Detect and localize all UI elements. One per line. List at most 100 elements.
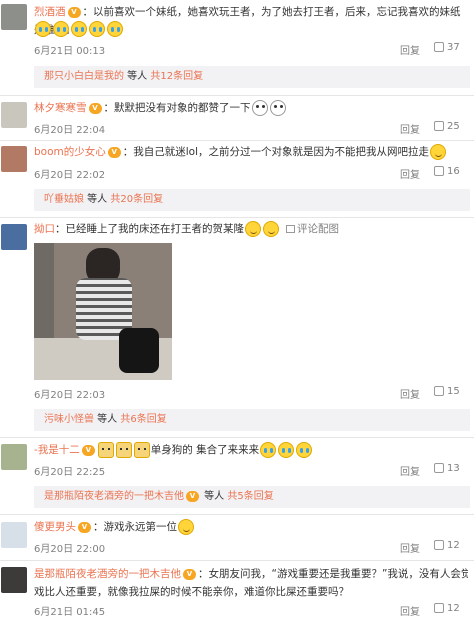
timestamp: 6月21日 01:45 xyxy=(34,607,106,618)
comment-text: 傻更男头 V ：游戏永远第一位 xyxy=(34,518,468,536)
comment-body-line1: ：女朋友问我，“游戏重要还是我重要？”我说，没有人会觉得游 xyxy=(198,568,468,580)
cat-emoji-icon xyxy=(133,442,150,458)
comment-text-cont: 戏比人还重要，就像我拉屎的时候不能亲你，难道你比屎还重要吗？ xyxy=(34,583,468,601)
divider xyxy=(0,514,474,515)
divider xyxy=(0,437,474,438)
username[interactable]: 傻更男头 xyxy=(34,521,76,533)
timestamp: 6月20日 22:00 xyxy=(34,544,106,555)
comment-body-line2: 戏比人还重要，就像我拉屎的时候不能亲你，难道你比屎还重要吗？ xyxy=(34,586,349,598)
username[interactable]: 拗口 xyxy=(34,223,55,235)
reply-mid: 等人 xyxy=(94,414,121,425)
cat-emoji-icon xyxy=(115,442,132,458)
smile-emoji-icon xyxy=(263,221,279,237)
reply-user[interactable]: 是那瓶陌夜老酒旁的一把木吉他 xyxy=(44,491,184,502)
crying-emoji-icon xyxy=(53,21,69,37)
reply-mid: 等人 xyxy=(201,491,228,502)
laugh-emoji-icon xyxy=(430,144,447,160)
like-count: 25 xyxy=(447,121,460,132)
reply-button[interactable]: 回复 xyxy=(400,386,420,401)
crying-emoji-icon xyxy=(278,442,295,458)
username[interactable]: -我是十二 xyxy=(34,444,80,456)
like-button[interactable]: 12 xyxy=(434,540,460,551)
like-button[interactable]: 16 xyxy=(434,166,460,177)
reply-user[interactable]: 污味小怪兽 xyxy=(44,414,94,425)
avatar[interactable] xyxy=(1,102,27,128)
vip-badge-icon: V xyxy=(107,146,121,158)
username[interactable]: 烈酒酒 xyxy=(34,6,66,18)
image-link-label: 评论配图 xyxy=(297,223,339,235)
username[interactable]: 林夕寒寒雪 xyxy=(34,102,87,114)
image-link[interactable]: 评论配图 xyxy=(286,223,339,235)
comment-body: ：默默把没有对象的都赞了一下 xyxy=(103,102,251,114)
reply-button[interactable]: 回复 xyxy=(400,42,420,57)
like-button[interactable]: 12 xyxy=(434,603,460,614)
timestamp: 6月20日 22:25 xyxy=(34,467,106,478)
comment-text: -我是十二 V 单身狗的 集合了来来来 xyxy=(34,441,468,459)
username[interactable]: boom的少女心 xyxy=(34,146,106,158)
reply-user[interactable]: 那只小白白是我的 xyxy=(44,71,124,82)
reply-button[interactable]: 回复 xyxy=(400,121,420,136)
thumbs-up-icon xyxy=(434,540,444,550)
reply-button[interactable]: 回复 xyxy=(400,540,420,555)
reply-mid: 等人 xyxy=(84,194,111,205)
divider xyxy=(0,217,474,218)
crying-emoji-icon xyxy=(296,442,313,458)
emoji-row xyxy=(34,21,124,39)
smile-emoji-icon xyxy=(245,221,261,237)
username[interactable]: 是那瓶陌夜老酒旁的一把木吉他 xyxy=(34,568,181,580)
thumbs-up-icon xyxy=(434,603,444,613)
crying-emoji-icon xyxy=(107,21,123,37)
comment-text: 林夕寒寒雪 V ：默默把没有对象的都赞了一下 xyxy=(34,99,468,117)
thumbs-up-icon xyxy=(434,463,444,473)
comment-text: 是那瓶陌夜老酒旁的一把木吉他 V ：女朋友问我，“游戏重要还是我重要？”我说，没有人… xyxy=(34,565,468,583)
avatar[interactable] xyxy=(1,146,27,172)
cat-emoji-icon xyxy=(97,442,114,458)
like-count: 12 xyxy=(447,603,460,614)
reply-summary[interactable]: 那只小白白是我的 等人 共12条回复 xyxy=(34,66,470,88)
thumbs-up-icon xyxy=(434,121,444,131)
divider xyxy=(0,140,474,141)
comment-photo[interactable] xyxy=(34,243,172,380)
like-button[interactable]: 15 xyxy=(434,386,460,397)
reply-mid: 等人 xyxy=(124,71,151,82)
timestamp: 6月20日 22:04 xyxy=(34,125,106,136)
reply-summary[interactable]: 污味小怪兽 等人 共6条回复 xyxy=(34,409,470,431)
crying-emoji-icon xyxy=(260,442,277,458)
comment-body: 单身狗的 集合了来来来 xyxy=(150,444,260,456)
reply-button[interactable]: 回复 xyxy=(400,166,420,181)
crying-emoji-icon xyxy=(71,21,87,37)
reply-count-link[interactable]: 共6条回复 xyxy=(120,414,166,425)
crying-emoji-icon xyxy=(89,21,105,37)
smile-emoji-icon xyxy=(178,519,194,535)
like-button[interactable]: 13 xyxy=(434,463,460,474)
avatar[interactable] xyxy=(1,224,27,250)
avatar[interactable] xyxy=(1,567,27,593)
like-count: 37 xyxy=(447,42,460,53)
like-button[interactable]: 25 xyxy=(434,121,460,132)
reply-button[interactable]: 回复 xyxy=(400,603,420,618)
timestamp: 6月20日 22:02 xyxy=(34,170,106,181)
avatar[interactable] xyxy=(1,522,27,548)
comment-body: ：已经睡上了我的床还在打王者的贺某隆 xyxy=(55,223,244,235)
thumbs-up-icon xyxy=(434,42,444,52)
comment-text: 拗口：已经睡上了我的床还在打王者的贺某隆 评论配图 xyxy=(34,220,468,238)
reply-count-link[interactable]: 共5条回复 xyxy=(227,491,273,502)
vip-badge-icon: V xyxy=(81,444,95,456)
reply-button[interactable]: 回复 xyxy=(400,463,420,478)
like-button[interactable]: 37 xyxy=(434,42,460,53)
avatar[interactable] xyxy=(1,4,27,30)
like-count: 16 xyxy=(447,166,460,177)
reply-summary[interactable]: 吖垂姑娘 等人 共20条回复 xyxy=(34,189,470,211)
like-count: 12 xyxy=(447,540,460,551)
reply-count-link[interactable]: 共20条回复 xyxy=(110,194,163,205)
avatar[interactable] xyxy=(1,444,27,470)
comment-text: boom的少女心 V ：我自己就迷lol，之前分过一个对象就是因为不能把我从网吧拉走 xyxy=(34,143,468,161)
like-count: 13 xyxy=(447,463,460,474)
reply-user[interactable]: 吖垂姑娘 xyxy=(44,194,84,205)
reply-count-link[interactable]: 共12条回复 xyxy=(150,71,203,82)
thumbs-up-icon xyxy=(434,386,444,396)
reply-summary[interactable]: 是那瓶陌夜老酒旁的一把木吉他 V 等人 共5条回复 xyxy=(34,486,470,508)
shy-emoji-icon xyxy=(269,100,286,116)
comment-body: ：游戏永远第一位 xyxy=(93,521,177,533)
like-count: 15 xyxy=(447,386,460,397)
